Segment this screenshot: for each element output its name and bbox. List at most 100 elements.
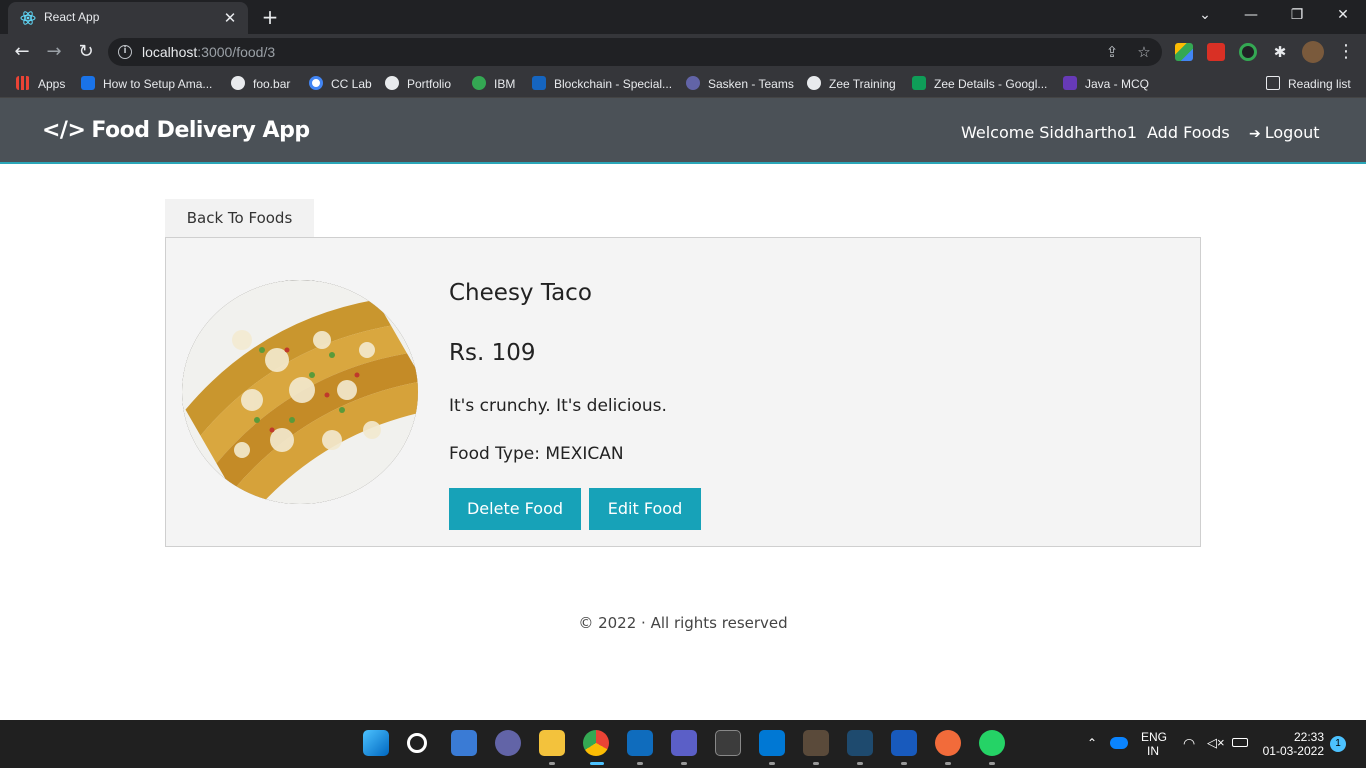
app-icon[interactable] [803,730,829,756]
browser-toolbar: ← → ↻ i localhost:3000/food/3 ⇪ ☆ ✱ ⋮ [0,34,1366,70]
vscode-icon[interactable] [759,730,785,756]
running-indicator [813,762,819,765]
running-indicator [769,762,775,765]
running-indicator [989,762,995,765]
bookmark-item[interactable]: Portfolio [385,76,451,92]
food-price: Rs. 109 [449,340,536,366]
chrome-icon[interactable] [583,730,609,756]
word-icon[interactable] [891,730,917,756]
food-card: Cheesy Taco Rs. 109 It's crunchy. It's d… [165,237,1201,547]
bookmark-favicon-icon [81,76,95,90]
food-description: It's crunchy. It's delicious. [449,396,667,416]
bookmark-item[interactable]: How to Setup Ama... [81,76,212,92]
profile-avatar[interactable] [1302,41,1324,63]
task-view-icon[interactable] [451,730,477,756]
more-menu-icon[interactable]: ⋮ [1333,39,1359,65]
url-text[interactable]: localhost:3000/food/3 [142,44,275,60]
bookmark-item[interactable]: Blockchain - Special... [532,76,672,92]
footer-text: © 2022 · All rights reserved [578,614,788,632]
start-icon[interactable] [363,730,389,756]
bookmark-item[interactable]: Java - MCQ [1063,76,1149,92]
running-indicator [945,762,951,765]
search-icon[interactable] [407,733,427,753]
logout-icon: ➔ [1249,126,1261,142]
bookmark-item[interactable]: Sasken - Teams [686,76,794,92]
forward-arrow-icon[interactable]: → [41,39,67,65]
chat-icon[interactable] [495,730,521,756]
whatsapp-icon[interactable] [979,730,1005,756]
browser-titlebar: React App ✕ + ⌄ — ❐ ✕ [0,0,1366,34]
battery-icon[interactable] [1232,738,1248,747]
running-indicator [549,762,555,765]
close-window-icon[interactable]: ✕ [1320,0,1366,32]
bookmark-favicon-icon [472,76,486,90]
new-tab-icon[interactable]: + [258,5,282,29]
delete-food-button[interactable]: Delete Food [449,488,581,530]
wifi-icon[interactable]: ◠ [1183,735,1195,752]
postman-icon[interactable] [935,730,961,756]
minimize-icon[interactable]: — [1228,0,1274,32]
running-indicator [857,762,863,765]
reading-list[interactable]: Reading list [1266,76,1351,92]
forms-icon [1063,76,1077,90]
food-type: Food Type: MEXICAN [449,444,624,464]
welcome-text: Welcome Siddhartho1 [961,123,1138,142]
food-image [182,280,418,504]
back-arrow-icon[interactable]: ← [9,39,35,65]
bookmark-star-icon[interactable]: ☆ [1134,42,1154,62]
tab-search-icon[interactable]: ⌄ [1182,0,1228,32]
address-bar[interactable]: i localhost:3000/food/3 ⇪ ☆ [108,38,1162,66]
share-icon[interactable]: ⇪ [1102,42,1122,62]
google-sheets-icon [912,76,926,90]
windows-taskbar: ⌃ ENG IN ◠ ◁× 22:33 01-03-2022 1 [0,720,1366,768]
active-indicator [590,762,604,765]
bookmark-favicon-icon [532,76,546,90]
reload-icon[interactable]: ↻ [73,39,99,65]
terminal-icon[interactable] [715,730,741,756]
back-to-foods-button[interactable]: Back To Foods [165,199,314,238]
file-explorer-icon[interactable] [539,730,565,756]
google-icon [309,76,323,90]
bookmark-item[interactable]: Zee Details - Googl... [912,76,1047,92]
mysql-workbench-icon[interactable] [847,730,873,756]
react-icon [20,11,36,25]
bookmarks-bar: Apps How to Setup Ama... foo.bar CC Lab … [0,70,1366,98]
onedrive-icon[interactable] [1110,737,1128,749]
tab-title: React App [44,10,100,24]
close-tab-icon[interactable]: ✕ [220,8,240,28]
restore-icon[interactable]: ❐ [1274,0,1320,32]
code-icon: </> [42,118,86,143]
extension-green-icon[interactable] [1239,43,1257,61]
food-name: Cheesy Taco [449,280,592,306]
app-navbar: </> Food Delivery App Welcome Siddhartho1… [0,98,1366,164]
site-info-icon[interactable]: i [118,45,132,59]
notification-badge[interactable]: 1 [1330,736,1346,752]
extension-red-icon[interactable] [1207,43,1225,61]
bookmark-item[interactable]: CC Lab [309,76,372,92]
volume-muted-icon[interactable]: ◁× [1207,735,1225,751]
outlook-icon[interactable] [627,730,653,756]
google-drive-icon[interactable] [1175,43,1193,61]
bookmark-favicon-icon [231,76,245,90]
extensions-puzzle-icon[interactable]: ✱ [1271,43,1289,61]
bookmark-item[interactable]: Zee Training [807,76,896,92]
logout-link[interactable]: ➔ Logout [1249,123,1320,142]
running-indicator [901,762,907,765]
running-indicator [637,762,643,765]
teams-icon [686,76,700,90]
edit-food-button[interactable]: Edit Food [589,488,701,530]
teams-icon[interactable] [671,730,697,756]
github-icon [807,76,821,90]
browser-tab[interactable]: React App ✕ [8,2,248,34]
clock[interactable]: 22:33 01-03-2022 [1262,730,1324,758]
bookmark-item[interactable]: foo.bar [231,76,290,92]
show-hidden-icons-icon[interactable]: ⌃ [1087,736,1097,750]
running-indicator [681,762,687,765]
add-foods-link[interactable]: Add Foods [1147,123,1230,142]
brand-link[interactable]: </> Food Delivery App [42,118,310,143]
bookmark-item[interactable]: IBM [472,76,515,92]
reading-list-icon [1266,76,1280,90]
bookmark-apps[interactable]: Apps [16,76,65,92]
apps-grid-icon [16,76,30,90]
language-indicator[interactable]: ENG IN [1141,730,1167,758]
